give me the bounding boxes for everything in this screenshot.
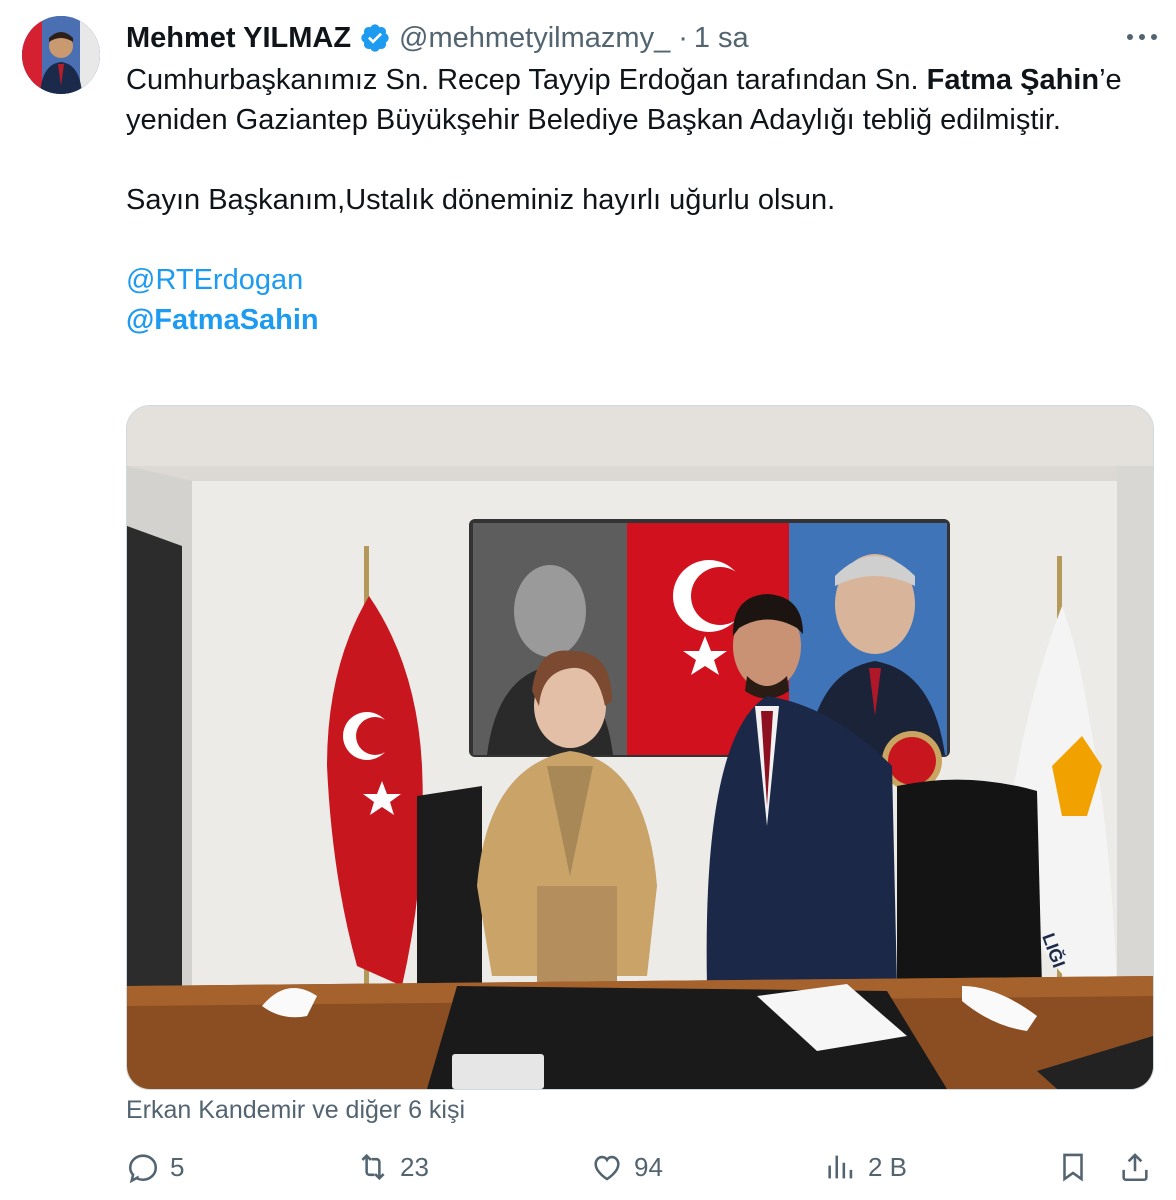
verified-badge-icon — [361, 24, 389, 52]
action-bar: 5 23 94 2 B — [0, 1150, 1176, 1200]
retweet-count: 23 — [400, 1151, 429, 1182]
views-button[interactable]: 2 B — [824, 1150, 907, 1184]
like-icon — [594, 1155, 620, 1181]
views-count: 2 B — [868, 1151, 908, 1182]
mention-fatmasahin[interactable]: @FatmaSahin — [126, 300, 1146, 340]
views-icon — [828, 1155, 853, 1179]
share-icon — [1122, 1153, 1148, 1182]
avatar[interactable] — [22, 16, 100, 94]
reply-button[interactable]: 5 — [126, 1150, 184, 1184]
tweet-paragraph-1: Cumhurbaşkanımız Sn. Recep Tayyip Erdoğa… — [126, 60, 1146, 140]
more-icon[interactable] — [1122, 22, 1162, 52]
separator-dot: · — [678, 21, 688, 54]
tweet-mentions: @RTErdogan @FatmaSahin — [126, 260, 1146, 340]
avatar-image — [22, 16, 100, 94]
photo-illustration: LIĞI — [127, 406, 1153, 1089]
like-count: 94 — [634, 1151, 663, 1182]
mention-rterdogan[interactable]: @RTErdogan — [126, 260, 1146, 300]
author-name[interactable]: Mehmet YILMAZ — [126, 22, 351, 55]
like-button[interactable]: 94 — [590, 1150, 663, 1184]
author-handle[interactable]: @mehmetyilmazmy_ — [399, 22, 670, 55]
tweet-photo[interactable]: LIĞI — [126, 405, 1154, 1090]
tweet-text-bold: Fatma Şahin — [926, 64, 1100, 96]
retweet-button[interactable]: 23 — [356, 1150, 429, 1184]
tweet-text-part1: Cumhurbaşkanımız Sn. Recep Tayyip Erdoğa… — [126, 64, 927, 96]
tweet-text: Cumhurbaşkanımız Sn. Recep Tayyip Erdoğa… — [126, 60, 1146, 340]
tagged-people[interactable]: Erkan Kandemir ve diğer 6 kişi — [126, 1096, 465, 1125]
reply-icon — [128, 1154, 158, 1184]
share-button[interactable] — [1118, 1150, 1152, 1184]
tweet-header: Mehmet YILMAZ @mehmetyilmazmy_ · 1 sa — [126, 18, 749, 58]
reply-count: 5 — [170, 1151, 185, 1182]
tweet-time[interactable]: 1 sa — [694, 22, 749, 55]
bookmark-icon — [1063, 1153, 1083, 1182]
bookmark-button[interactable] — [1056, 1150, 1090, 1184]
tweet-paragraph-2: Sayın Başkanım,Ustalık döneminiz hayırlı… — [126, 184, 836, 216]
retweet-icon — [361, 1153, 385, 1181]
